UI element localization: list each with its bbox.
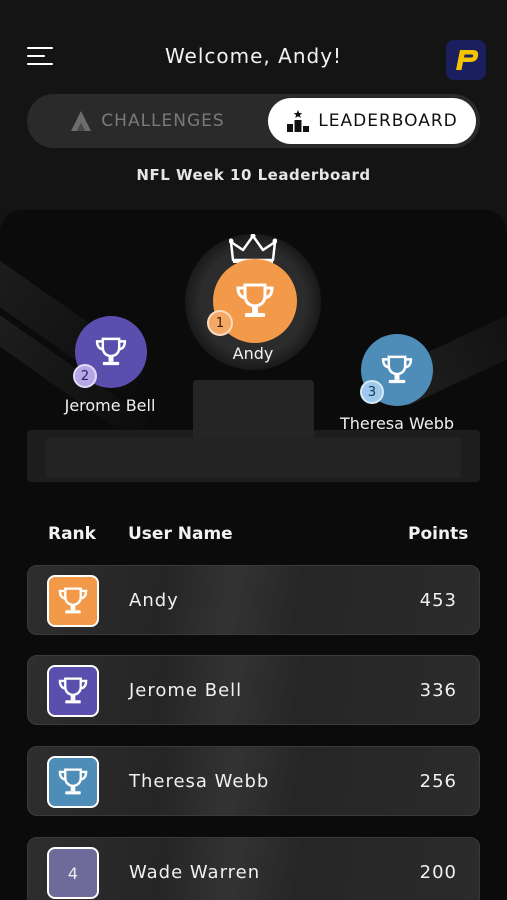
trophy-icon — [58, 587, 88, 614]
app-header: Welcome, Andy! — [0, 0, 507, 90]
row-points: 453 — [419, 590, 457, 611]
column-header-user-name: User Name — [128, 524, 233, 544]
row-points: 200 — [419, 862, 457, 883]
column-header-rank: Rank — [48, 524, 96, 544]
rank-trophy-box — [47, 756, 99, 808]
trophy-icon — [236, 283, 274, 317]
row-user-name: Andy — [129, 590, 179, 611]
column-header-points: Points — [408, 524, 469, 544]
rank-badge-2: 2 — [73, 364, 97, 388]
tab-leaderboard-label: LEADERBOARD — [318, 111, 458, 131]
trophy-icon — [381, 355, 413, 384]
first-place-name: Andy — [232, 344, 274, 363]
rank-badge-3: 3 — [360, 380, 384, 404]
table-row[interactable]: Jerome Bell 336 — [27, 655, 480, 725]
podium-first-step — [193, 380, 314, 438]
trophy-icon — [58, 677, 88, 704]
tab-challenges-label: CHALLENGES — [101, 111, 225, 131]
brand-logo-icon[interactable] — [446, 40, 486, 80]
table-row[interactable]: Andy 453 — [27, 565, 480, 635]
challenges-icon — [71, 111, 92, 131]
row-user-name: Theresa Webb — [129, 771, 270, 792]
second-place-name: Jerome Bell — [64, 396, 156, 415]
rank-trophy-box — [47, 575, 99, 627]
rank-number-box: 4 — [47, 847, 99, 899]
leaderboard-icon — [287, 110, 310, 132]
leaderboard-title: NFL Week 10 Leaderboard — [136, 166, 371, 184]
trophy-icon — [95, 337, 127, 366]
tab-challenges[interactable]: CHALLENGES — [31, 98, 263, 144]
welcome-title: Welcome, Andy! — [164, 44, 343, 68]
tab-leaderboard[interactable]: LEADERBOARD — [268, 98, 476, 144]
table-row[interactable]: Theresa Webb 256 — [27, 746, 480, 816]
rank-trophy-box — [47, 665, 99, 717]
trophy-icon — [58, 768, 88, 795]
tab-bar: CHALLENGES LEADERBOARD — [27, 94, 480, 148]
rank-badge-1: 1 — [207, 310, 233, 336]
podium-base-inner — [46, 438, 461, 478]
third-place-name: Theresa Webb — [339, 414, 455, 433]
row-points: 256 — [419, 771, 457, 792]
row-user-name: Jerome Bell — [129, 680, 243, 701]
table-row[interactable]: 4 Wade Warren 200 — [27, 837, 480, 900]
row-points: 336 — [419, 680, 457, 701]
row-user-name: Wade Warren — [129, 862, 261, 883]
